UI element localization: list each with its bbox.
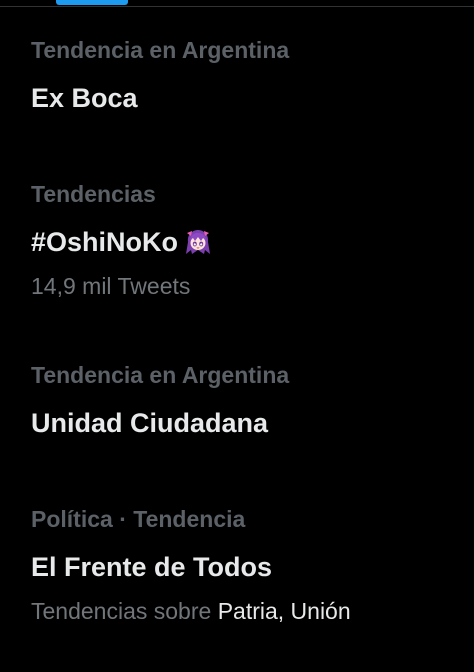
trend-title: Ex Boca	[31, 83, 138, 113]
trend-title: El Frente de Todos	[31, 552, 273, 582]
trend-item[interactable]: Tendencia en Argentina Unidad Ciudadana	[31, 361, 454, 439]
anime-character-emoji-icon	[184, 228, 212, 256]
trend-item[interactable]: Tendencia en Argentina Ex Boca	[31, 36, 454, 114]
trend-item[interactable]: Política · Tendencia El Frente de Todos …	[31, 505, 454, 625]
trend-tweet-count: 14,9 mil Tweets	[31, 273, 191, 299]
related-prefix: Tendencias sobre	[31, 598, 212, 624]
top-divider	[0, 6, 474, 7]
trend-related-topics: Tendencias sobre Patria, Unión	[31, 597, 454, 625]
trend-title: #OshiNoKo	[31, 226, 454, 258]
trend-item[interactable]: Tendencias #OshiNoKo 14,9 mil Tweets	[31, 180, 454, 300]
trend-context: Tendencia en Argentina	[31, 37, 290, 63]
related-topics[interactable]: Patria, Unión	[218, 598, 351, 624]
trend-context: Política · Tendencia	[31, 506, 246, 532]
trend-title: Unidad Ciudadana	[31, 408, 269, 438]
active-tab-indicator	[56, 0, 128, 5]
trend-context: Tendencia en Argentina	[31, 362, 290, 388]
trend-context: Tendencias	[31, 181, 156, 207]
